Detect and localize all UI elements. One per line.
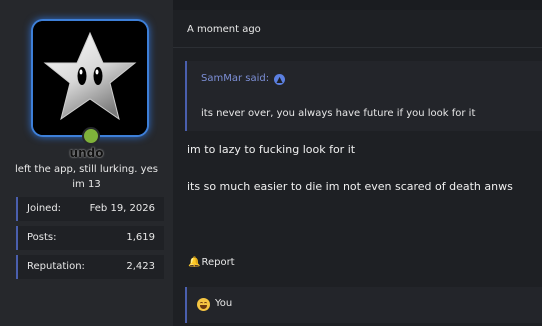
- arrow-up-circle-icon[interactable]: ▲: [274, 74, 286, 85]
- report-label: Report: [201, 257, 235, 268]
- grinning-sweat-icon: [197, 298, 210, 311]
- post-body: A moment ago SamMar said: ▲ its never ove…: [173, 0, 542, 326]
- reaction-user[interactable]: You: [215, 298, 232, 309]
- post-container: undo left the app, still lurking. yes im…: [0, 0, 542, 326]
- stat-value: 1,619: [126, 232, 155, 243]
- reactions-bar: You: [185, 287, 542, 323]
- divider: [173, 47, 542, 48]
- stat-joined: Joined: Feb 19, 2026: [16, 197, 164, 221]
- quote-author[interactable]: SamMar said:: [201, 73, 269, 84]
- stat-value: 2,423: [126, 261, 155, 272]
- stat-label: Posts:: [27, 232, 57, 243]
- quote-block: SamMar said: ▲ its never over, you always…: [185, 61, 542, 131]
- online-status-indicator: [82, 127, 100, 145]
- avatar[interactable]: [33, 21, 147, 135]
- stat-label: Reputation:: [27, 261, 85, 272]
- bell-icon: 🔔: [188, 257, 201, 268]
- stat-label: Joined:: [27, 203, 62, 214]
- stat-reputation: Reputation: 2,423: [16, 255, 164, 279]
- quote-header: SamMar said: ▲: [201, 73, 286, 85]
- user-info-panel: undo left the app, still lurking. yes im…: [0, 0, 173, 326]
- super-star-avatar-image: [33, 21, 147, 135]
- post-header-strip: [173, 0, 542, 10]
- post-message-line: its so much easier to die im not even sc…: [187, 180, 513, 193]
- user-title: left the app, still lurking. yes im 13: [15, 164, 158, 190]
- report-button[interactable]: 🔔Report: [188, 257, 235, 268]
- quote-text: its never over, you always have future i…: [201, 108, 476, 119]
- username[interactable]: undo: [0, 146, 173, 160]
- stat-posts: Posts: 1,619: [16, 226, 164, 250]
- post-timestamp[interactable]: A moment ago: [187, 24, 261, 35]
- stat-value: Feb 19, 2026: [89, 203, 155, 214]
- user-stats: Joined: Feb 19, 2026 Posts: 1,619 Reputa…: [16, 197, 164, 284]
- post-message-line: im to lazy to fucking look for it: [187, 143, 356, 156]
